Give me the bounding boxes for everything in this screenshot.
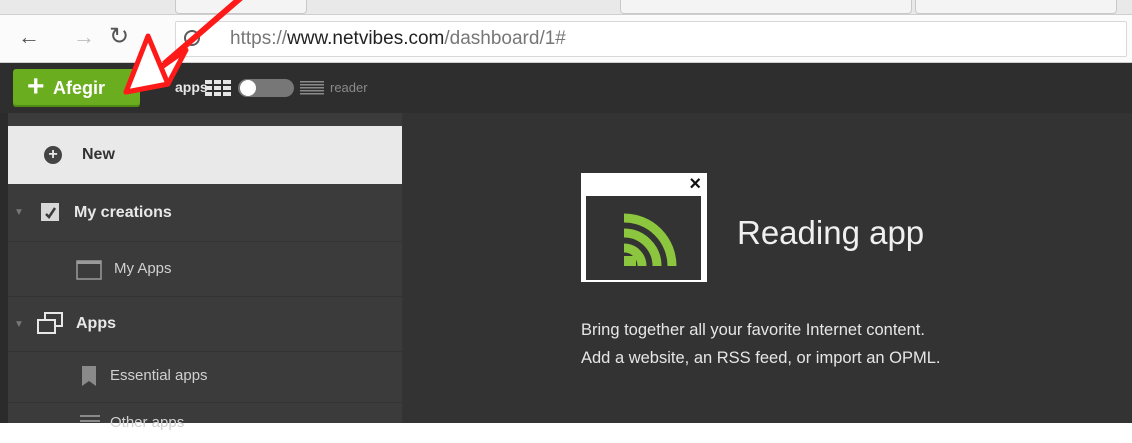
caret-down-icon[interactable]: ▼ bbox=[14, 319, 24, 330]
url-scheme: https:// bbox=[230, 28, 288, 49]
sidebar-edge bbox=[0, 113, 8, 423]
browser-toolbar: ← → ↻ https://www.netvibes.com/dashboard… bbox=[0, 15, 1132, 63]
browser-tab[interactable] bbox=[620, 0, 912, 14]
bookmark-icon bbox=[82, 366, 96, 386]
url-text[interactable]: https://www.netvibes.com/dashboard/1# bbox=[230, 28, 566, 50]
sidebar-item-label: My Apps bbox=[114, 260, 172, 277]
app-description-line: Add a website, an RSS feed, or import an… bbox=[581, 349, 941, 367]
grid-view-icon[interactable] bbox=[205, 80, 231, 96]
browser-tab-strip bbox=[0, 0, 1132, 15]
sidebar-item-essential-apps[interactable]: Essential apps bbox=[8, 352, 402, 403]
app-description-line: Bring together all your favorite Interne… bbox=[581, 321, 925, 339]
sidebar-new-label: New bbox=[82, 146, 115, 163]
sidebar-section-label: Apps bbox=[76, 315, 116, 332]
creations-icon bbox=[41, 203, 59, 221]
sidebar-section-my-creations[interactable]: ▼ My creations bbox=[8, 185, 402, 242]
sidebar-item-label: Essential apps bbox=[110, 367, 208, 384]
plus-icon: + bbox=[27, 70, 45, 103]
reload-icon[interactable]: ↻ bbox=[106, 24, 132, 50]
list-icon bbox=[80, 415, 100, 422]
tile-icon-area bbox=[586, 196, 701, 280]
view-apps-label[interactable]: apps bbox=[175, 79, 208, 95]
forward-arrow-icon[interactable]: → bbox=[71, 24, 97, 50]
sidebar-new-item[interactable]: + New bbox=[8, 126, 402, 184]
url-path: /dashboard/1# bbox=[444, 28, 566, 49]
sidebar-section-label: My creations bbox=[74, 204, 172, 221]
add-button-label: Afegir bbox=[53, 78, 106, 98]
add-button[interactable]: + Afegir bbox=[13, 69, 140, 107]
sidebar-item-other-apps[interactable]: Other apps bbox=[8, 403, 402, 443]
app-header: + Afegir apps reader bbox=[0, 63, 1132, 113]
app-title: Reading app bbox=[737, 214, 925, 251]
main-content bbox=[402, 113, 1132, 423]
address-bar[interactable]: https://www.netvibes.com/dashboard/1# bbox=[175, 21, 1127, 57]
app-description: Bring together all your favorite Interne… bbox=[581, 316, 941, 372]
window-icon bbox=[76, 260, 102, 280]
url-domain: www.netvibes.com bbox=[287, 28, 445, 49]
browser-tab[interactable] bbox=[915, 0, 1117, 14]
page-info-icon[interactable] bbox=[184, 30, 200, 46]
close-icon[interactable]: × bbox=[689, 173, 701, 196]
browser-tab[interactable] bbox=[175, 0, 307, 14]
sidebar-section-apps[interactable]: ▼ Apps bbox=[8, 297, 402, 352]
list-view-icon[interactable] bbox=[300, 81, 324, 95]
toggle-knob bbox=[240, 80, 256, 96]
apps-windows-icon bbox=[37, 312, 63, 334]
reading-app-tile[interactable]: × bbox=[581, 173, 707, 282]
rss-feed-icon bbox=[623, 213, 677, 267]
back-arrow-icon[interactable]: ← bbox=[16, 24, 42, 50]
plus-circle-icon: + bbox=[44, 146, 62, 164]
view-mode-toggle[interactable] bbox=[238, 79, 294, 97]
caret-down-icon[interactable]: ▼ bbox=[14, 207, 24, 218]
view-reader-label[interactable]: reader bbox=[330, 80, 368, 95]
sidebar-item-my-apps[interactable]: My Apps bbox=[8, 242, 402, 297]
